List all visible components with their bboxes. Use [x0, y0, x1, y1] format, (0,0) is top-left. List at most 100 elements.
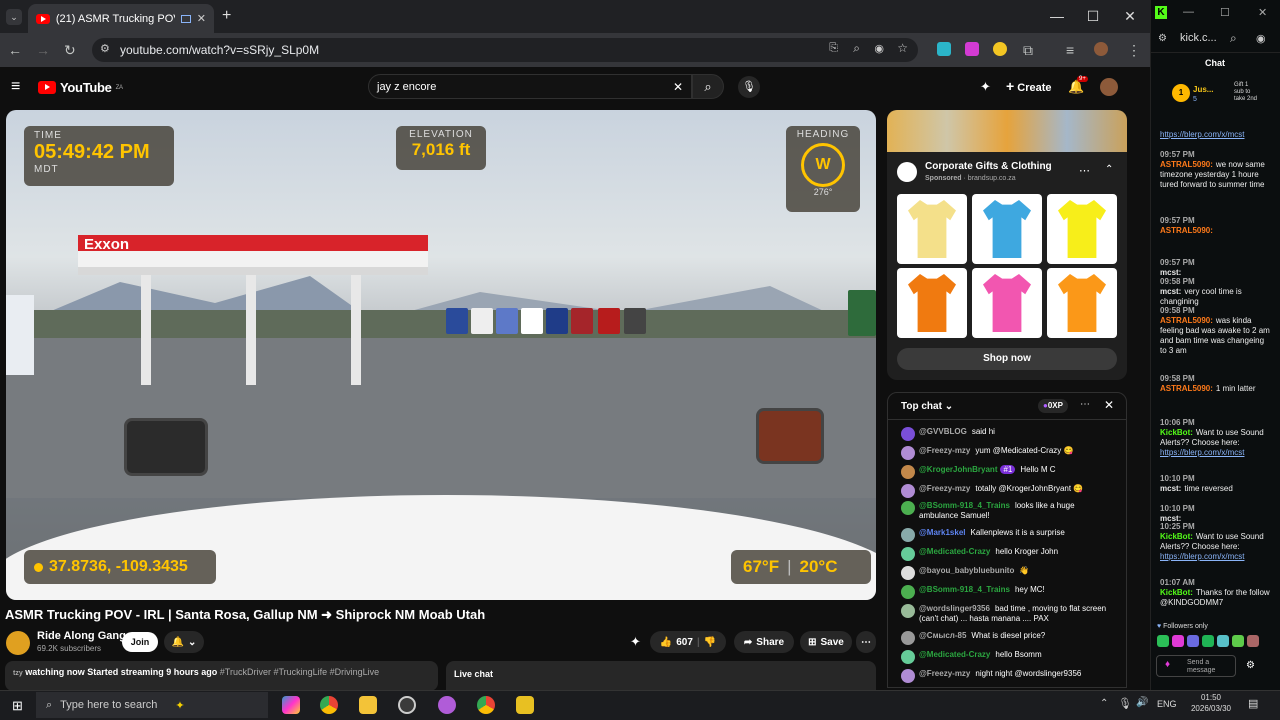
kick-site-info-icon[interactable]: ⚙	[1158, 33, 1167, 44]
notification-center-icon[interactable]: ▤	[1248, 697, 1258, 710]
emote-icon[interactable]	[1202, 635, 1214, 647]
youtube-logo[interactable]: YouTube ZA	[38, 80, 123, 95]
emote-icon[interactable]	[1247, 635, 1259, 647]
windows-start-icon[interactable]: ⊞	[12, 698, 23, 714]
kick-minimize-button[interactable]: —	[1183, 6, 1194, 18]
ad-title[interactable]: Corporate Gifts & Clothing	[925, 161, 1052, 172]
sponsored-ad[interactable]: Corporate Gifts & Clothing Sponsored · b…	[887, 110, 1127, 380]
copilot-icon[interactable]	[282, 696, 300, 714]
chat-username[interactable]: @wordslinger9356	[919, 604, 990, 613]
product-image[interactable]	[1047, 194, 1117, 264]
message-username[interactable]: mcst:	[1160, 268, 1181, 277]
reload-icon[interactable]: ↻	[64, 42, 76, 59]
message-username[interactable]: KickBot:	[1160, 428, 1193, 437]
menu-dots-icon[interactable]: ⋮	[1127, 42, 1141, 59]
maximize-button[interactable]: ☐	[1078, 6, 1108, 26]
message-username[interactable]: ASTRAL5090:	[1160, 160, 1213, 169]
user-avatar[interactable]	[901, 604, 915, 618]
message-username[interactable]: mcst:	[1160, 484, 1181, 493]
chat-mode-selector[interactable]: Top chat ⌄	[901, 401, 953, 412]
search-input[interactable]: jay z encore ✕	[368, 74, 692, 99]
join-button[interactable]: Join	[122, 632, 158, 652]
save-button[interactable]: ⊞ Save	[800, 631, 852, 653]
media-control-icon[interactable]: ≡	[1066, 42, 1074, 58]
chrome-icon[interactable]	[477, 696, 495, 714]
user-avatar[interactable]	[901, 446, 915, 460]
minimize-button[interactable]: —	[1042, 6, 1072, 26]
extension-icon-1[interactable]	[937, 42, 951, 56]
back-icon[interactable]: ←	[8, 42, 22, 58]
eye-off-icon[interactable]: ◉	[874, 42, 884, 55]
gift-sub-button[interactable]: Gift 1 sub to take 2nd	[1234, 82, 1258, 103]
app-icon[interactable]	[438, 696, 456, 714]
volume-icon[interactable]: 🔊	[1136, 697, 1148, 708]
chat-username[interactable]: @Freezy-mzy	[919, 484, 970, 493]
chat-settings-icon[interactable]: ⚙	[1246, 660, 1255, 671]
shop-now-button[interactable]: Shop now	[897, 348, 1117, 370]
product-image[interactable]	[897, 194, 967, 264]
kick-url[interactable]: kick.c...	[1180, 32, 1217, 44]
message-username[interactable]: KickBot:	[1160, 532, 1193, 541]
user-avatar[interactable]	[901, 484, 915, 498]
language-indicator[interactable]: ENG	[1157, 699, 1177, 709]
emote-icon[interactable]	[1217, 635, 1229, 647]
emote-icon[interactable]	[1172, 635, 1184, 647]
message-username[interactable]: ASTRAL5090:	[1160, 316, 1213, 325]
user-avatar[interactable]	[901, 427, 915, 441]
chat-username[interactable]: @Freezy-mzy	[919, 446, 970, 455]
chat-username[interactable]: @Смысл-85	[919, 631, 966, 640]
chat-username[interactable]: @bayou_babybluebunito	[919, 566, 1014, 575]
account-avatar[interactable]	[1100, 78, 1118, 96]
ad-more-icon[interactable]: ⋯	[1079, 164, 1090, 177]
subscribed-bell-button[interactable]: 🔔 ⌄	[164, 631, 204, 653]
chat-username[interactable]: @KrogerJohnBryant	[919, 465, 997, 474]
live-chat-collapsed[interactable]: Live chat	[446, 661, 876, 691]
send-message-input[interactable]: ♦ Send a message	[1156, 655, 1236, 677]
chat-close-icon[interactable]: ✕	[1104, 398, 1114, 412]
pinned-user[interactable]: Jus...	[1193, 85, 1213, 94]
xp-badge[interactable]: ●0XP	[1038, 399, 1068, 413]
product-image[interactable]	[1047, 268, 1117, 338]
channel-name[interactable]: Ride Along Gang	[37, 630, 126, 642]
new-tab-button[interactable]: +	[222, 7, 231, 25]
install-icon[interactable]: ⎘	[829, 42, 838, 55]
tab-close-icon[interactable]: ✕	[197, 12, 206, 25]
user-avatar[interactable]	[901, 631, 915, 645]
description-tags[interactable]: #TruckDriver #TruckingLife #DrivingLive	[220, 667, 379, 677]
message-username[interactable]: mcst:	[1160, 287, 1181, 296]
message-link[interactable]: https://blerp.com/x/mcst	[1160, 130, 1270, 140]
channel-avatar[interactable]	[6, 631, 30, 655]
message-username[interactable]: ASTRAL5090:	[1160, 384, 1213, 393]
chat-username[interactable]: @BSomm-918_4_Trains	[919, 501, 1010, 510]
extensions-puzzle-icon[interactable]: ⧉	[1023, 42, 1033, 59]
message-link[interactable]: https://blerp.com/x/mcst	[1160, 552, 1270, 562]
chat-username[interactable]: @Medicated-Crazy	[919, 650, 990, 659]
product-image[interactable]	[972, 194, 1042, 264]
extension-icon-2[interactable]	[965, 42, 979, 56]
active-tab[interactable]: (21) ASMR Trucking POV - I ✕	[28, 4, 214, 33]
collapse-chevron-icon[interactable]: ⌃	[1105, 164, 1113, 175]
kick-eye-off-icon[interactable]: ◉	[1256, 32, 1266, 45]
zoom-icon[interactable]: ⌕	[853, 41, 860, 56]
kick-close-button[interactable]: ✕	[1258, 6, 1267, 19]
user-avatar[interactable]	[901, 465, 915, 479]
chat-username[interactable]: @BSomm-918_4_Trains	[919, 585, 1010, 594]
description-box[interactable]: tzy watching now Started streaming 9 hou…	[5, 661, 438, 691]
taskbar-search[interactable]: ⌕ Type here to search ✦	[36, 692, 268, 718]
emote-icon[interactable]	[1232, 635, 1244, 647]
message-username[interactable]: ASTRAL5090:	[1160, 226, 1213, 235]
create-button[interactable]: + Create	[1006, 78, 1052, 94]
chat-username[interactable]: @Freezy-mzy	[919, 669, 970, 678]
user-avatar[interactable]	[901, 566, 915, 580]
video-player[interactable]: Exxon TIME 05:49:42 PM MDT ELEVATION 7,0…	[6, 110, 876, 600]
search-button[interactable]: ⌕	[692, 74, 724, 99]
system-clock[interactable]: 01:50 2026/03/30	[1186, 692, 1236, 714]
share-button[interactable]: ➦ Share	[734, 631, 794, 653]
user-avatar[interactable]	[901, 669, 915, 683]
extension-icon-3[interactable]	[993, 42, 1007, 56]
user-avatar[interactable]	[901, 650, 915, 664]
hamburger-menu-icon[interactable]: ≡	[11, 78, 20, 96]
address-bar[interactable]: ⚙ youtube.com/watch?v=sSRjy_SLp0M ⎘ ⌕ ◉ …	[92, 38, 918, 62]
microphone-icon[interactable]: 🎙	[1118, 697, 1132, 710]
product-image[interactable]	[897, 268, 967, 338]
